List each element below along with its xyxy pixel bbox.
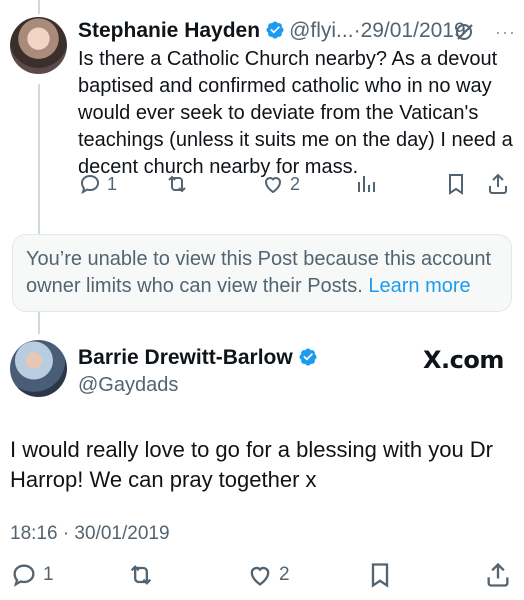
post1-views-button[interactable]: [354, 172, 378, 196]
post1-header: Stephanie Hayden @flyi...·29/01/2019: [78, 17, 518, 45]
post2-author-name[interactable]: Barrie Drewitt-Barlow: [78, 346, 293, 369]
ellipsis-icon[interactable]: ···: [495, 22, 516, 43]
post2-timestamp[interactable]: 18:16 · 30/01/2019: [10, 523, 170, 545]
restricted-post-notice: You’re unable to view this Post because …: [12, 234, 512, 312]
post1-text: Is there a Catholic Church nearby? As a …: [78, 48, 513, 178]
thread-connector-middle: [38, 84, 40, 234]
avatar-stephanie-hayden[interactable]: [10, 17, 67, 74]
repost-icon: [130, 565, 152, 585]
bookmark-icon: [449, 174, 463, 195]
post1-repost-button[interactable]: [165, 172, 189, 196]
post2-share-button[interactable]: [484, 561, 512, 589]
post1-like-count: 2: [290, 173, 301, 194]
post2-author-row: Barrie Drewitt-Barlow: [78, 346, 322, 370]
post2-repost-button[interactable]: [127, 561, 155, 589]
share-icon: [487, 562, 509, 587]
post2-like-button[interactable]: 2: [246, 561, 290, 589]
post2-reply-count: 1: [43, 564, 54, 585]
verified-badge-icon: [266, 21, 284, 39]
share-icon: [489, 173, 507, 194]
heart-icon: [250, 566, 270, 586]
avatar-barrie-drewitt-barlow[interactable]: [10, 340, 67, 397]
verified-badge-icon: [299, 348, 317, 366]
post1-bookmark-button[interactable]: [444, 172, 468, 196]
bookmark-icon: [371, 563, 389, 588]
reply-icon: [13, 564, 35, 587]
post2-text: I would really love to go for a blessing…: [10, 437, 494, 492]
post1-action-bar: 1 2: [78, 172, 513, 204]
post2-bookmark-button[interactable]: [366, 561, 394, 589]
heart-icon: [264, 177, 282, 194]
post2-handle[interactable]: @Gaydads: [78, 374, 178, 397]
repost-icon: [168, 175, 186, 193]
post2-action-bar: 1 2: [10, 561, 515, 593]
post1-author-name[interactable]: Stephanie Hayden: [78, 19, 260, 42]
post1-handle[interactable]: @flyi...: [289, 19, 354, 42]
x-com-watermark: X.com: [423, 346, 504, 374]
post1-reply-button[interactable]: 1: [78, 172, 117, 196]
post1-date[interactable]: 29/01/2019: [361, 19, 466, 42]
post1-share-button[interactable]: [486, 172, 510, 196]
post2-like-count: 2: [279, 564, 290, 585]
post2-reply-button[interactable]: 1: [10, 561, 54, 589]
post1-like-button[interactable]: 2: [261, 172, 300, 196]
post1-reply-count: 1: [107, 173, 118, 194]
views-chart-icon: [358, 176, 375, 192]
grok-icon[interactable]: [453, 20, 477, 44]
thread-connector-top: [38, 0, 40, 14]
post1-separator: ·: [353, 19, 361, 42]
thread-connector-bottom: [38, 312, 40, 334]
learn-more-link[interactable]: Learn more: [368, 275, 470, 297]
reply-icon: [80, 174, 100, 195]
